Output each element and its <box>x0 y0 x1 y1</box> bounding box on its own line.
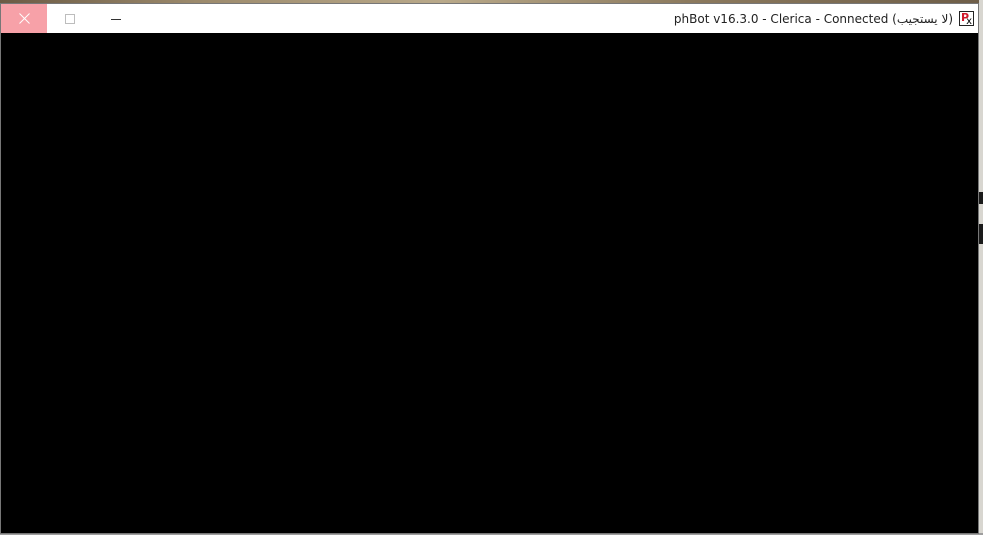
maximize-button[interactable] <box>47 4 93 33</box>
close-icon <box>18 13 30 24</box>
title-area: phBot v16.3.0 - Clerica - Connected (لا … <box>139 4 978 33</box>
title-bar[interactable]: phBot v16.3.0 - Clerica - Connected (لا … <box>1 4 978 33</box>
client-area[interactable] <box>1 33 978 533</box>
background-window-mark <box>979 192 983 204</box>
background-window-mark <box>979 224 983 244</box>
close-button[interactable] <box>1 4 47 33</box>
app-window: phBot v16.3.0 - Clerica - Connected (لا … <box>0 3 979 534</box>
window-title: phBot v16.3.0 - Clerica - Connected (لا … <box>673 11 953 26</box>
background-window-edge <box>979 0 983 535</box>
minimize-icon <box>111 14 121 24</box>
maximize-icon <box>65 13 75 24</box>
phbot-app-icon[interactable]: Px <box>959 11 974 27</box>
minimize-button[interactable] <box>93 4 139 33</box>
